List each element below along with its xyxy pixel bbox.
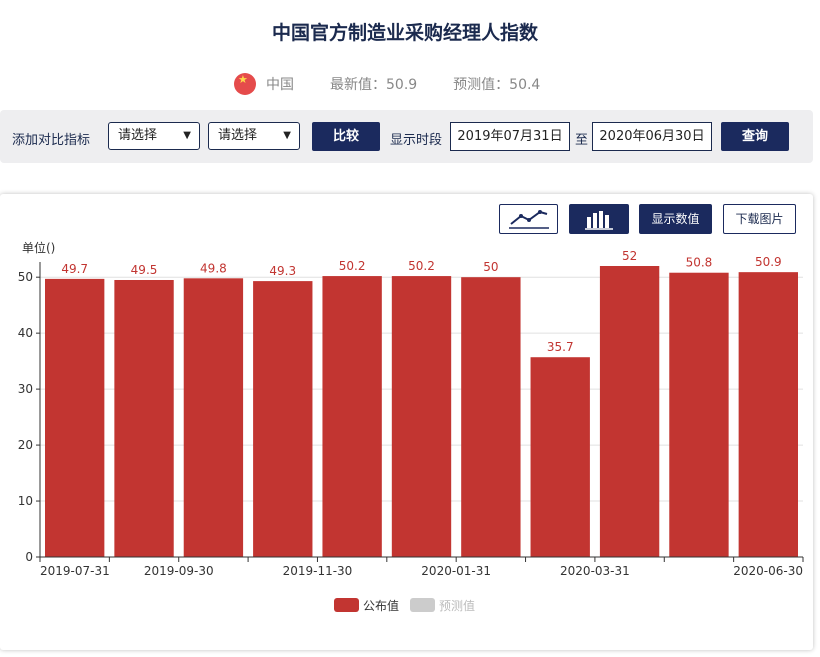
y-tick-label: 20	[18, 438, 33, 452]
y-tick-label: 10	[18, 494, 33, 508]
data-label: 52	[622, 249, 637, 263]
x-tick-label: 2020-03-31	[560, 564, 630, 578]
bar	[738, 272, 798, 557]
china-flag-icon: ★	[234, 73, 256, 95]
compare-label: 添加对比指标	[12, 133, 91, 148]
select-1-value: 请选择	[118, 128, 158, 143]
bar	[322, 276, 382, 557]
legend-label-forecast: 预测值	[439, 598, 475, 613]
data-label: 49.7	[61, 262, 88, 276]
bar	[253, 281, 313, 557]
bar	[45, 278, 105, 557]
data-label: 50	[483, 260, 498, 274]
select-2-value: 请选择	[218, 128, 258, 143]
meta-row: ★ 中国 最新值：50.9 预测值：50.4	[234, 73, 540, 95]
bar	[530, 357, 590, 557]
bar-chart: 单位() 0 10 20 30 40 50 49.7 49.5 49.8 49.3 50.2 50.2 5…	[18, 240, 804, 613]
data-label: 49.3	[269, 264, 296, 278]
bar	[391, 276, 452, 557]
caret-down-icon: ▼	[183, 130, 191, 141]
x-tick-label: 2019-11-30	[283, 564, 353, 578]
latest-value: 最新值：50.9	[330, 77, 418, 93]
compare-select-2[interactable]: 请选择 ▼	[208, 122, 300, 150]
y-tick-label: 30	[18, 382, 33, 396]
y-axis-label: 单位()	[22, 240, 55, 255]
period-label: 显示时段	[390, 133, 443, 148]
caret-down-icon: ▼	[283, 130, 291, 141]
bar	[669, 272, 729, 557]
to-label: 至	[575, 133, 589, 148]
legend-label-published: 公布值	[363, 598, 399, 613]
compare-button[interactable]: 比较	[312, 122, 380, 151]
bar	[461, 277, 521, 557]
x-tick-label: 2019-07-31	[40, 564, 110, 578]
data-label: 50.2	[339, 259, 366, 273]
bar	[183, 278, 244, 557]
toolbar: 添加对比指标 请选择 ▼ 请选择 ▼ 比较 显示时段 2019年07月31日 至…	[0, 110, 813, 163]
bar	[114, 279, 174, 557]
x-tick-label: 2020-06-30	[733, 564, 803, 578]
y-tick-label: 0	[25, 550, 33, 564]
bar	[599, 266, 660, 557]
chart-panel: 显示数值 下载图片 单位() 0 10 20 30 40 50 49.7 49.5 49.8 49.…	[0, 194, 813, 650]
data-label: 49.8	[200, 261, 227, 275]
query-button[interactable]: 查询	[721, 122, 789, 151]
start-date-input[interactable]: 2019年07月31日	[450, 122, 570, 151]
compare-select-1[interactable]: 请选择 ▼	[108, 122, 200, 150]
data-label: 50.8	[686, 256, 713, 270]
data-label: 35.7	[547, 340, 574, 354]
data-label: 49.5	[131, 263, 158, 277]
legend-swatch-forecast	[410, 598, 435, 612]
end-date-input[interactable]: 2020年06月30日	[592, 122, 712, 151]
country-label: 中国	[266, 77, 294, 93]
y-tick-label: 40	[18, 326, 33, 340]
page-title: 中国官方制造业采购经理人指数	[271, 22, 538, 44]
x-tick-label: 2020-01-31	[421, 564, 491, 578]
y-tick-label: 50	[18, 270, 33, 284]
x-tick-label: 2019-09-30	[144, 564, 214, 578]
legend-swatch-published	[334, 598, 359, 612]
data-label: 50.2	[408, 259, 435, 273]
forecast-value: 预测值：50.4	[453, 77, 541, 93]
data-label: 50.9	[755, 255, 782, 269]
